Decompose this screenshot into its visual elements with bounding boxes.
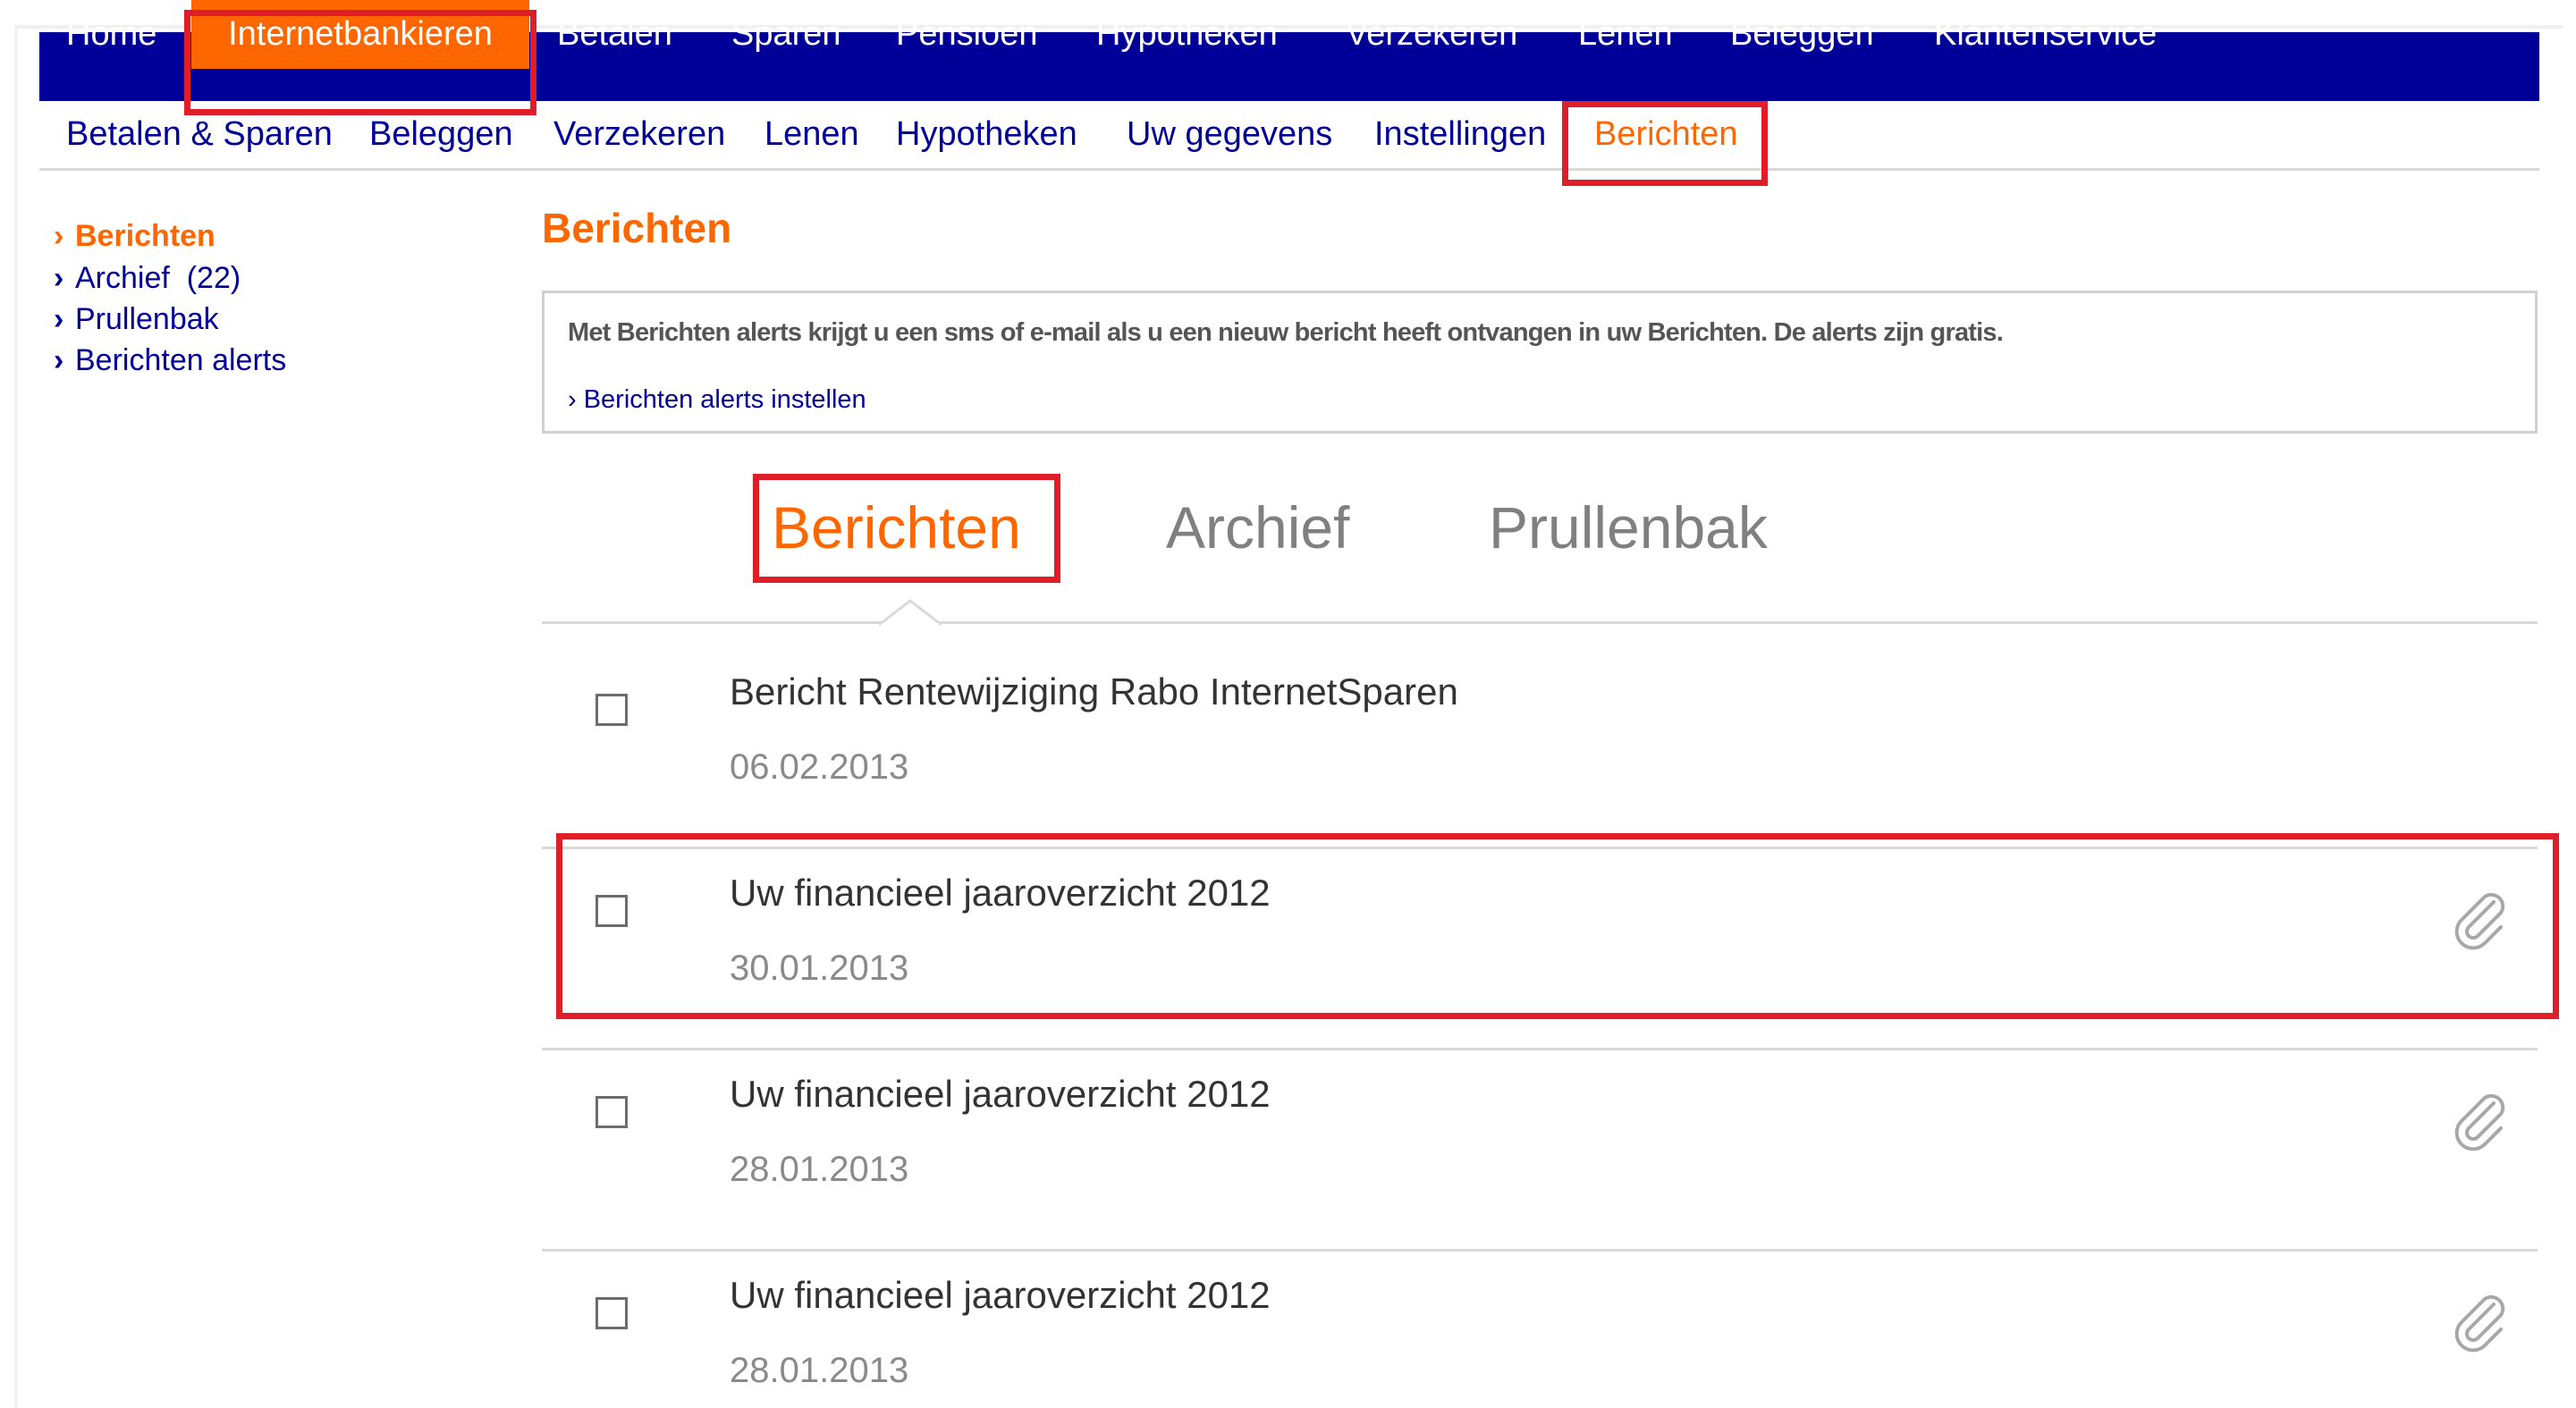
alerts-info-text: Met Berichten alerts krijgt u een sms of… (568, 318, 2004, 347)
tabs-divider (542, 621, 2538, 624)
window-edge-left (14, 25, 18, 1408)
subnav-divider (39, 168, 2539, 171)
sidebar-item-berichten-alerts[interactable]: › Berichten alerts (54, 340, 286, 381)
chevron-right-icon: › (54, 219, 64, 253)
message-date: 30.01.2013 (730, 949, 909, 988)
alerts-settings-link[interactable]: › Berichten alerts instellen (568, 385, 866, 415)
message-row[interactable]: Uw financieel jaaroverzicht 2012 28.01.2… (542, 1254, 2538, 1408)
subnav-lenen[interactable]: Lenen (764, 112, 859, 156)
subnav-uw-gegevens[interactable]: Uw gegevens (1127, 112, 1332, 156)
message-row[interactable]: Uw financieel jaaroverzicht 2012 30.01.2… (542, 852, 2538, 1050)
message-date: 06.02.2013 (730, 747, 909, 787)
subnav-hypotheken[interactable]: Hypotheken (896, 112, 1077, 156)
message-checkbox[interactable] (595, 895, 628, 927)
sidebar-item-label: Berichten (75, 219, 215, 253)
message-title[interactable]: Uw financieel jaaroverzicht 2012 (730, 872, 1271, 915)
subnav-betalen-sparen[interactable]: Betalen & Sparen (66, 112, 333, 156)
nav-lenen[interactable]: Lenen (1578, 0, 1673, 69)
active-tab-indicator (879, 599, 942, 626)
message-divider (542, 1249, 2538, 1252)
nav-betalen[interactable]: Betalen (557, 0, 672, 69)
chevron-right-icon: › (54, 343, 64, 377)
tab-berichten[interactable]: Berichten (772, 483, 1021, 572)
subnav-verzekeren[interactable]: Verzekeren (553, 112, 725, 156)
message-checkbox[interactable] (595, 1297, 628, 1329)
message-divider (542, 1048, 2538, 1050)
message-title[interactable]: Bericht Rentewijziging Rabo InternetSpar… (730, 670, 1458, 713)
message-divider (542, 847, 2538, 849)
sidebar-item-prullenbak[interactable]: › Prullenbak (54, 299, 219, 340)
subnav-instellingen[interactable]: Instellingen (1374, 112, 1546, 156)
sidebar-item-archief[interactable]: › Archief (22) (54, 257, 241, 299)
chevron-right-icon: › (54, 261, 64, 295)
nav-beleggen[interactable]: Beleggen (1730, 0, 1874, 69)
paperclip-icon (2454, 1093, 2505, 1151)
nav-hypotheken[interactable]: Hypotheken (1096, 0, 1278, 69)
message-date: 28.01.2013 (730, 1150, 909, 1189)
message-row[interactable]: Uw financieel jaaroverzicht 2012 28.01.2… (542, 1053, 2538, 1252)
nav-sparen[interactable]: Sparen (731, 0, 841, 69)
sidebar-item-label: Berichten alerts (75, 343, 287, 377)
message-title[interactable]: Uw financieel jaaroverzicht 2012 (730, 1073, 1271, 1116)
alerts-info-box: Met Berichten alerts krijgt u een sms of… (542, 291, 2538, 434)
nav-home[interactable]: Home (66, 0, 156, 69)
paperclip-icon (2454, 892, 2505, 950)
sidebar-item-label: Prullenbak (75, 302, 219, 336)
page-title: Berichten (542, 205, 732, 251)
tab-prullenbak[interactable]: Prullenbak (1489, 483, 1768, 572)
nav-pensioen[interactable]: Pensioen (896, 0, 1037, 69)
subnav-beleggen[interactable]: Beleggen (369, 112, 513, 156)
chevron-right-icon: › (54, 302, 64, 336)
subnav-berichten[interactable]: Berichten (1594, 112, 1738, 156)
nav-verzekeren[interactable]: Verzekeren (1346, 0, 1517, 69)
message-date: 28.01.2013 (730, 1351, 909, 1390)
paperclip-icon (2454, 1294, 2505, 1353)
nav-klantenservice[interactable]: Klantenservice (1934, 0, 2157, 69)
message-row[interactable]: Bericht Rentewijziging Rabo InternetSpar… (542, 651, 2538, 849)
tab-archief[interactable]: Archief (1166, 483, 1349, 572)
nav-internetbankieren[interactable]: Internetbankieren (191, 0, 529, 69)
sidebar-item-label: Archief (22) (75, 261, 241, 295)
sidebar-item-berichten[interactable]: › Berichten (54, 215, 215, 257)
message-checkbox[interactable] (595, 694, 628, 726)
message-title[interactable]: Uw financieel jaaroverzicht 2012 (730, 1274, 1271, 1317)
message-checkbox[interactable] (595, 1096, 628, 1128)
